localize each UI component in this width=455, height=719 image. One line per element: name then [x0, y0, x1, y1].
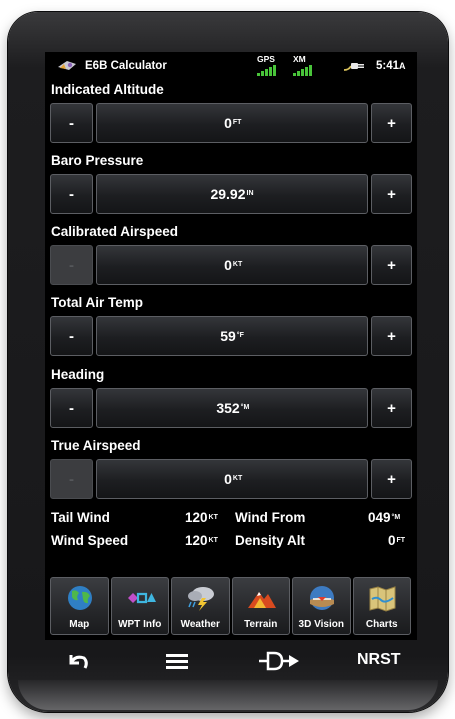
- tile-label: Weather: [180, 619, 220, 630]
- heading-field[interactable]: 352 °M: [96, 388, 368, 428]
- increment-button[interactable]: +: [371, 388, 412, 428]
- unit-label: °M: [391, 514, 401, 522]
- tile-label: Map: [69, 619, 90, 630]
- tile-label: Charts: [365, 619, 398, 630]
- gps-signal-indicator: GPS: [257, 55, 276, 76]
- wind-from-label: Wind From: [235, 510, 306, 525]
- unit-label: IN: [246, 190, 254, 197]
- param-label-true-airspeed: True Airspeed: [51, 438, 141, 453]
- decrement-button[interactable]: -: [50, 174, 93, 214]
- tail-wind-label: Tail Wind: [51, 510, 110, 525]
- decrement-button[interactable]: -: [50, 316, 93, 356]
- unit-label: °F: [236, 332, 244, 339]
- tile-label: WPT Info: [118, 619, 162, 630]
- tail-wind-value: 120KT: [185, 510, 218, 525]
- clock: 5:41A: [376, 60, 406, 72]
- total-air-temp-field[interactable]: 59 °F: [96, 316, 368, 356]
- param-label-baro-pressure: Baro Pressure: [51, 153, 144, 168]
- tile-map[interactable]: Map: [50, 577, 109, 635]
- tile-wpt-info[interactable]: WPT Info: [110, 577, 169, 635]
- increment-button[interactable]: +: [371, 459, 412, 499]
- value-text: 0: [224, 257, 232, 273]
- tile-weather[interactable]: Weather: [171, 577, 230, 635]
- param-label-indicated-altitude: Indicated Altitude: [51, 82, 164, 97]
- increment-button[interactable]: +: [371, 245, 412, 285]
- e6b-app-icon: [58, 61, 76, 70]
- value-text: 0: [224, 471, 232, 487]
- wind-speed-label: Wind Speed: [51, 533, 129, 548]
- density-alt-value: 0FT: [388, 533, 406, 548]
- nrst-button[interactable]: NRST: [357, 651, 401, 669]
- tile-terrain[interactable]: Terrain: [231, 577, 290, 635]
- app-tile-bar: Map WPT Info Weather Terrain 3D Vision C…: [50, 577, 412, 635]
- device-bezel-bottom: [18, 680, 438, 710]
- param-row-baro-pressure: - 29.92 IN +: [50, 174, 412, 214]
- value-text: 29.92: [210, 186, 246, 202]
- value-text: 0: [388, 533, 396, 548]
- decrement-button-disabled: -: [50, 245, 93, 285]
- indicated-altitude-field[interactable]: 0 FT: [96, 103, 368, 143]
- param-row-calibrated-airspeed: - 0 KT +: [50, 245, 412, 285]
- value-text: 120: [185, 533, 208, 548]
- status-bar: E6B Calculator GPS XM 5:41A: [45, 52, 417, 80]
- wind-speed-value: 120KT: [185, 533, 218, 548]
- param-label-heading: Heading: [51, 367, 105, 382]
- terrain-icon: [247, 592, 276, 608]
- xm-signal-indicator: XM: [293, 55, 312, 76]
- screen: E6B Calculator GPS XM 5:41A Indicated Al…: [45, 52, 417, 640]
- back-arrow-icon[interactable]: [64, 650, 90, 672]
- direct-to-icon[interactable]: [258, 650, 300, 672]
- param-label-total-air-temp: Total Air Temp: [51, 295, 144, 310]
- param-label-calibrated-airspeed: Calibrated Airspeed: [51, 224, 179, 239]
- unit-label: KT: [208, 514, 218, 522]
- signal-bars-icon: [293, 65, 312, 76]
- globe-icon: [68, 586, 92, 610]
- gps-label: GPS: [257, 54, 275, 64]
- tile-charts[interactable]: Charts: [352, 577, 411, 635]
- tile-label: Terrain: [244, 619, 278, 630]
- value-text: 59: [220, 328, 236, 344]
- wind-from-value: 049°M: [368, 510, 401, 525]
- 3d-vision-icon: [310, 586, 334, 610]
- menu-icon[interactable]: [166, 653, 188, 670]
- tile-label: 3D Vision: [298, 619, 344, 630]
- decrement-button[interactable]: -: [50, 388, 93, 428]
- clock-time: 5:41: [376, 60, 400, 72]
- density-alt-label: Density Alt: [235, 533, 306, 548]
- increment-button[interactable]: +: [371, 316, 412, 356]
- unit-label: KT: [208, 537, 218, 545]
- calibrated-airspeed-field[interactable]: 0 KT: [96, 245, 368, 285]
- tile-3d-vision[interactable]: 3D Vision: [292, 577, 351, 635]
- param-row-total-air-temp: - 59 °F +: [50, 316, 412, 356]
- baro-pressure-field[interactable]: 29.92 IN: [96, 174, 368, 214]
- decrement-button-disabled: -: [50, 459, 93, 499]
- param-row-indicated-altitude: - 0 FT +: [50, 103, 412, 143]
- xm-label: XM: [293, 54, 306, 64]
- true-airspeed-field[interactable]: 0 KT: [96, 459, 368, 499]
- waypoint-icon: [127, 592, 156, 604]
- power-plug-icon: [343, 63, 364, 71]
- value-text: 120: [185, 510, 208, 525]
- weather-icon: [188, 587, 214, 611]
- value-text: 049: [368, 510, 391, 525]
- value-text: 352: [216, 400, 240, 416]
- unit-label: FT: [396, 537, 406, 545]
- increment-button[interactable]: +: [371, 103, 412, 143]
- charts-icon: [369, 586, 395, 612]
- unit-label: KT: [232, 475, 243, 482]
- unit-label: KT: [232, 261, 243, 268]
- decrement-button[interactable]: -: [50, 103, 93, 143]
- unit-label: °M: [240, 404, 250, 411]
- app-title: E6B Calculator: [85, 60, 167, 72]
- increment-button[interactable]: +: [371, 174, 412, 214]
- param-row-true-airspeed: - 0 KT +: [50, 459, 412, 499]
- param-row-heading: - 352 °M +: [50, 388, 412, 428]
- unit-label: FT: [232, 119, 242, 126]
- signal-bars-icon: [257, 65, 276, 76]
- clock-suffix: A: [399, 61, 406, 71]
- value-text: 0: [224, 115, 232, 131]
